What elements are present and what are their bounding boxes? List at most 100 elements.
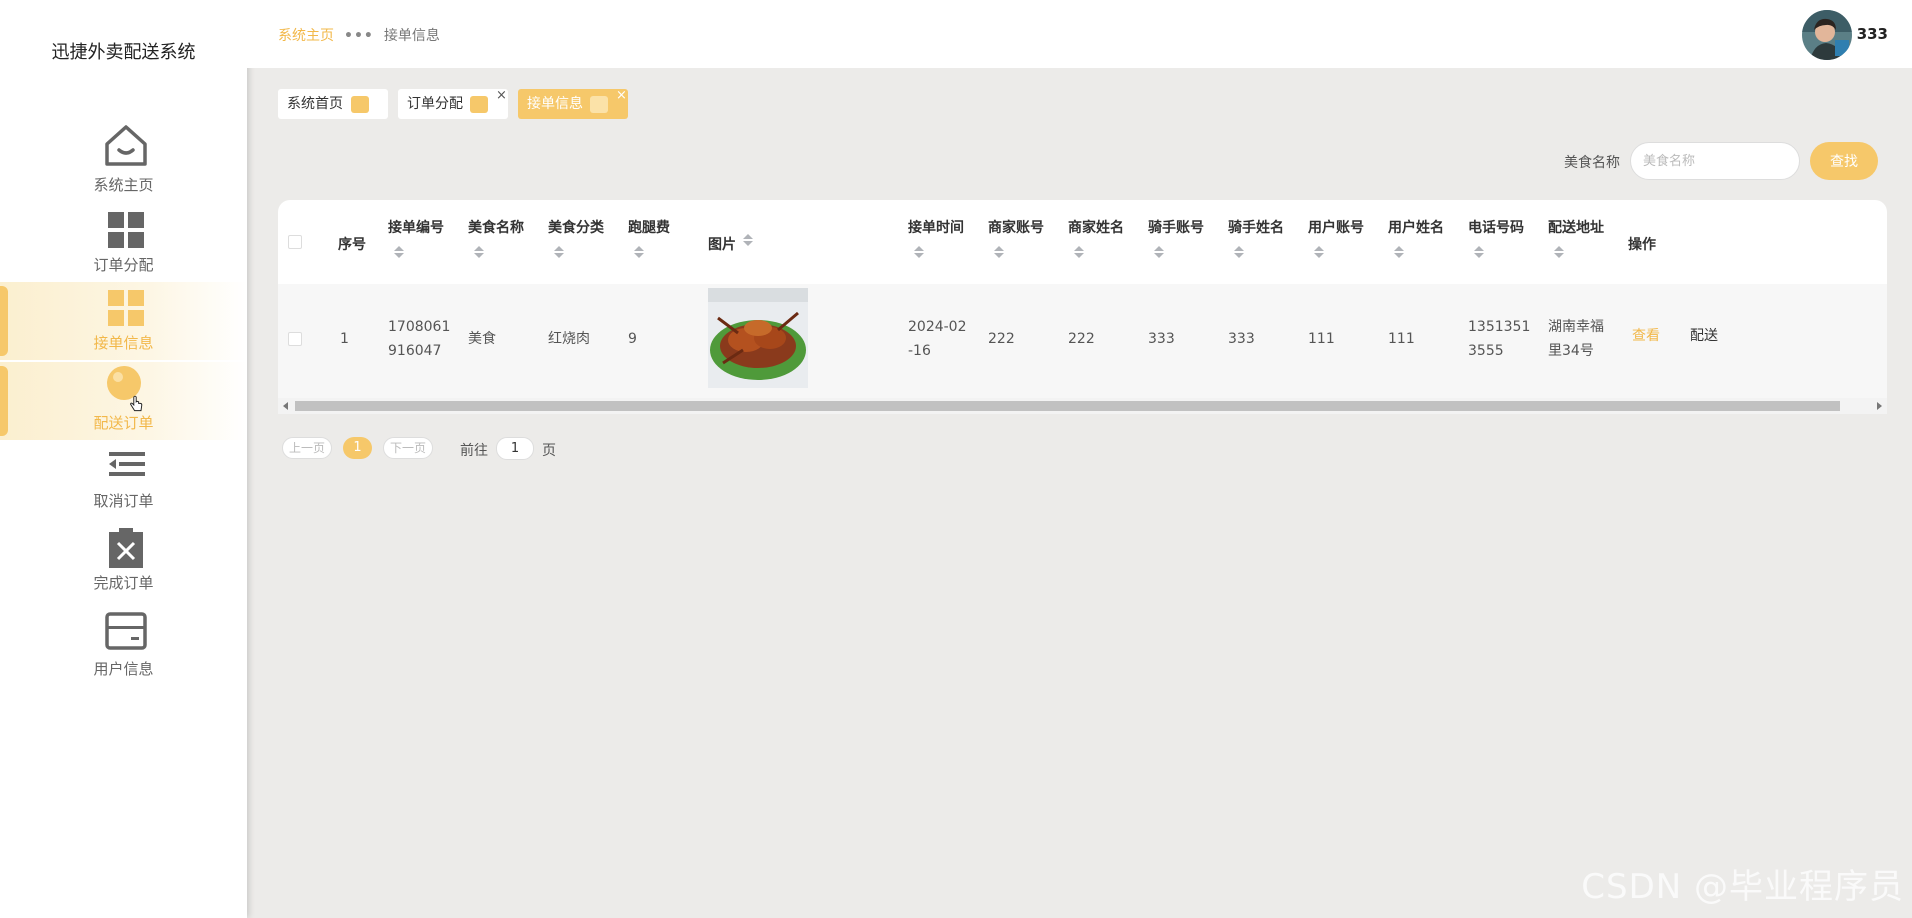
cell-rider-account: 333 (1148, 331, 1175, 347)
page-unit-label: 页 (542, 443, 556, 459)
sidebar-item-order-assign[interactable]: 订单分配 (0, 206, 247, 284)
sort-icon[interactable] (1314, 246, 1324, 260)
breadcrumb-home[interactable]: 系统主页 (278, 28, 334, 44)
column-header[interactable]: 商家账号 (988, 217, 1044, 237)
column-header: 序号 (338, 237, 366, 253)
cell-fee: 9 (628, 331, 637, 347)
column-header[interactable]: 商家姓名 (1068, 217, 1124, 237)
row-checkbox[interactable] (288, 332, 302, 346)
column-header[interactable]: 接单编号 (388, 217, 444, 237)
sidebar-item-label: 用户信息 (93, 660, 154, 678)
column-header[interactable]: 图片 (708, 234, 736, 254)
sidebar-item-label: 取消订单 (93, 492, 154, 510)
column-header[interactable]: 美食名称 (468, 217, 524, 237)
sort-icon[interactable] (914, 246, 924, 260)
sort-icon[interactable] (1554, 246, 1564, 260)
data-table: 序号 接单编号 美食名称 美食分类 跑腿费 图片 接单时间 商家账号 商家姓名 … (278, 200, 1887, 414)
column-header[interactable]: 电话号码 (1468, 217, 1524, 237)
prev-page-button[interactable]: 上一页 (282, 437, 333, 459)
tab-home[interactable]: 系统首页 (278, 89, 388, 119)
sidebar: 迅捷外卖配送系统 系统主页 订单分配 接单信息 配送订单 取消订单 完成订单 用… (0, 0, 247, 918)
column-header[interactable]: 配送地址 (1548, 217, 1604, 237)
tab-close-icon[interactable]: × (496, 81, 507, 111)
page-number-current[interactable]: 1 (343, 437, 372, 459)
cell-rider-name: 333 (1228, 331, 1255, 347)
app-title: 迅捷外卖配送系统 (51, 42, 196, 63)
grid-icon (108, 212, 144, 248)
cell-time-line2: -16 (908, 343, 931, 359)
scroll-thumb[interactable] (295, 401, 1840, 411)
breadcrumb: 系统主页 ••• 接单信息 (278, 25, 440, 45)
cell-address: 湖南幸福 里34号 (1548, 315, 1604, 363)
sort-icon[interactable] (994, 246, 1004, 260)
column-header[interactable]: 接单时间 (908, 217, 964, 237)
tab-label: 接单信息 (527, 96, 583, 112)
heart-icon[interactable] (470, 96, 488, 113)
sidebar-item-order-info[interactable]: 接单信息 (0, 282, 247, 360)
cell-merchant-account: 222 (988, 331, 1015, 347)
sort-icon[interactable] (1234, 246, 1244, 260)
watermark: CSDN @毕业程序员 (1581, 867, 1904, 907)
column-header[interactable]: 骑手姓名 (1228, 217, 1284, 237)
search-input[interactable] (1630, 142, 1800, 180)
cell-order-no: 1708061 916047 (388, 315, 450, 363)
sort-icon[interactable] (554, 246, 564, 260)
clipboard-x-icon (109, 528, 143, 568)
select-all-checkbox[interactable] (288, 235, 302, 249)
cell-phone-line2: 3555 (1468, 343, 1504, 359)
sidebar-item-delivery-orders[interactable]: 配送订单 (0, 362, 247, 440)
username[interactable]: 333 (1857, 25, 1888, 43)
goto-label: 前往 (460, 443, 488, 459)
sort-icon[interactable] (394, 246, 404, 260)
sort-icon[interactable] (1154, 246, 1164, 260)
cell-merchant-name: 222 (1068, 331, 1095, 347)
next-page-button[interactable]: 下一页 (383, 437, 434, 459)
sidebar-item-completed-orders[interactable]: 完成订单 (0, 524, 247, 602)
avatar[interactable] (1802, 10, 1852, 60)
breadcrumb-current: 接单信息 (383, 28, 440, 44)
grid-icon (108, 290, 144, 326)
tab-order-assign[interactable]: 订单分配 × (398, 88, 508, 119)
cell-user-account: 111 (1308, 331, 1335, 347)
heart-icon[interactable] (590, 96, 608, 113)
tab-label: 订单分配 (407, 96, 463, 112)
cell-address-line1: 湖南幸福 (1548, 319, 1604, 335)
horizontal-scrollbar[interactable] (278, 398, 1887, 414)
cell-address-line2: 里34号 (1548, 343, 1594, 359)
goto-page-input[interactable] (496, 437, 534, 460)
column-header[interactable]: 美食分类 (548, 217, 604, 237)
deliver-button[interactable]: 配送 (1690, 324, 1718, 348)
sidebar-item-cancel-orders[interactable]: 取消订单 (0, 444, 247, 522)
cell-phone-line1: 1351351 (1468, 319, 1531, 335)
column-header[interactable]: 跑腿费 (628, 217, 670, 237)
tab-order-info[interactable]: 接单信息 × (518, 88, 628, 119)
tab-close-icon[interactable]: × (616, 81, 627, 111)
breadcrumb-separator: ••• (344, 28, 374, 44)
sidebar-item-label: 接单信息 (93, 334, 154, 352)
sidebar-item-label: 完成订单 (93, 574, 154, 592)
cell-time-line1: 2024-02 (908, 319, 967, 335)
sort-icon[interactable] (474, 246, 484, 260)
sidebar-item-label: 配送订单 (93, 414, 154, 432)
sort-icon[interactable] (1074, 246, 1084, 260)
column-header[interactable]: 用户账号 (1308, 217, 1364, 237)
sort-icon[interactable] (634, 246, 644, 260)
heart-icon[interactable] (351, 96, 369, 113)
scroll-left-icon[interactable] (283, 402, 288, 410)
sort-icon[interactable] (1394, 246, 1404, 260)
sidebar-item-user-info[interactable]: 用户信息 (0, 610, 247, 688)
sidebar-item-home[interactable]: 系统主页 (0, 122, 247, 200)
cell-phone: 1351351 3555 (1468, 315, 1530, 363)
column-header[interactable]: 用户姓名 (1388, 217, 1444, 237)
scroll-right-icon[interactable] (1877, 402, 1882, 410)
column-header[interactable]: 骑手账号 (1148, 217, 1204, 237)
avatar-image (1802, 10, 1852, 60)
sort-icon[interactable] (1474, 246, 1484, 260)
search-label: 美食名称 (1564, 155, 1620, 171)
card-icon (105, 612, 147, 650)
sort-icon[interactable] (743, 234, 753, 248)
food-image[interactable] (708, 288, 808, 388)
search-button[interactable]: 查找 (1810, 142, 1878, 180)
view-button[interactable]: 查看 (1632, 324, 1660, 348)
tab-label: 系统首页 (287, 96, 343, 112)
